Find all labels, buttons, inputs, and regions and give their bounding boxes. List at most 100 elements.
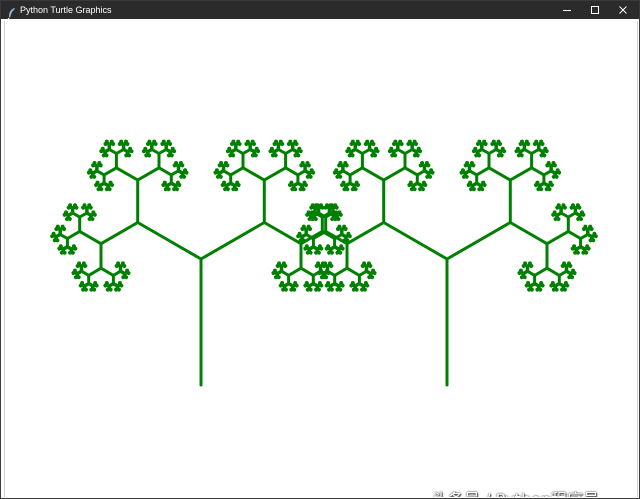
tree-branch xyxy=(481,182,487,187)
tree-branch xyxy=(124,141,130,146)
tree-branch xyxy=(89,174,95,179)
tree-branch xyxy=(527,263,534,268)
tree-branch xyxy=(474,152,480,158)
tree-branch xyxy=(314,286,320,292)
tree-branch xyxy=(293,282,299,288)
tree-branch xyxy=(366,263,373,268)
tree-branch xyxy=(172,186,178,192)
tree-branch xyxy=(254,148,261,154)
tree-branch xyxy=(588,226,594,231)
tree-branch xyxy=(309,169,316,175)
tree-branch xyxy=(89,286,95,292)
tree-branch xyxy=(99,221,140,246)
tree-branch xyxy=(136,221,203,261)
tree-branch xyxy=(535,286,541,292)
tree-branch xyxy=(343,162,349,168)
watermark: 头条号 / Python程序员 xyxy=(432,489,599,497)
tree-branch xyxy=(580,212,586,217)
tree-branch xyxy=(68,249,74,255)
tree-branch xyxy=(500,148,507,154)
tree-branch xyxy=(530,166,546,177)
tree-branch xyxy=(327,286,333,292)
tree-branch xyxy=(367,274,373,280)
tree-branch xyxy=(566,229,583,240)
tree-branch xyxy=(496,141,502,146)
tree-branch xyxy=(524,141,531,146)
tree-branch xyxy=(121,274,127,280)
tree-branch xyxy=(519,274,526,280)
tree-branch xyxy=(78,229,103,246)
tree-branch xyxy=(305,286,312,292)
tree-branch xyxy=(299,266,315,277)
tree-branch xyxy=(97,162,103,168)
tree-branch xyxy=(152,141,158,146)
tree-branch xyxy=(178,162,185,168)
tree-branch xyxy=(317,245,324,251)
tree-branch xyxy=(567,274,573,280)
tree-branch xyxy=(555,169,562,175)
tree-branch xyxy=(469,162,476,168)
tree-branch xyxy=(59,249,66,255)
tree-branch xyxy=(370,152,376,158)
close-button[interactable] xyxy=(609,1,637,19)
tree-branch xyxy=(551,162,557,168)
maximize-button[interactable] xyxy=(581,1,609,19)
tree-branch xyxy=(354,182,360,187)
tree-branch xyxy=(516,152,523,158)
turtle-canvas[interactable]: 头条号 / Python程序员 xyxy=(4,21,638,497)
tree-branch xyxy=(136,166,161,182)
tree-branch xyxy=(73,204,79,210)
fractal-tree-branches xyxy=(50,139,598,387)
tree-branch xyxy=(223,186,229,192)
tree-branch xyxy=(592,233,598,239)
tree-branch xyxy=(81,286,87,292)
tree-branch xyxy=(231,186,237,192)
tree-branch xyxy=(545,266,561,277)
tree-branch xyxy=(317,282,324,288)
tree-branch xyxy=(250,141,256,146)
tree-branch xyxy=(179,174,185,179)
tree-branch xyxy=(281,286,287,292)
tree-branch xyxy=(335,174,341,179)
tree-branch xyxy=(305,249,312,255)
tree-branch xyxy=(335,249,341,255)
close-icon xyxy=(619,6,627,14)
tree-branch xyxy=(545,229,570,246)
tree-branch xyxy=(87,266,103,277)
tree-branch xyxy=(429,169,435,175)
tree-branch xyxy=(382,166,407,182)
tree-branch xyxy=(215,174,222,179)
tree-branch xyxy=(581,249,587,255)
tree-branch xyxy=(293,141,299,146)
tree-branch xyxy=(425,174,431,179)
tree-branch xyxy=(314,249,320,255)
tree-branch xyxy=(573,249,579,255)
tree-branch xyxy=(236,141,242,146)
tree-branch xyxy=(561,204,567,210)
tree-branch xyxy=(571,270,577,275)
tree-branch xyxy=(102,166,118,177)
tree-branch xyxy=(416,148,423,154)
tree-branch xyxy=(551,286,558,292)
tree-branch xyxy=(105,286,112,292)
tree-branch xyxy=(250,152,257,158)
tree-branch xyxy=(508,221,549,246)
title-bar[interactable]: Python Turtle Graphics xyxy=(1,1,639,20)
tree-branch xyxy=(91,212,97,217)
tree-branch xyxy=(363,282,370,288)
tree-branch xyxy=(333,216,339,221)
tree-branch xyxy=(87,204,93,210)
tree-branch xyxy=(284,166,300,177)
minimize-button[interactable] xyxy=(553,1,581,19)
tree-branch xyxy=(536,186,542,192)
tree-branch xyxy=(351,286,358,292)
tree-branch xyxy=(398,141,404,146)
tree-branch xyxy=(307,216,313,221)
tree-branch xyxy=(199,221,266,261)
tree-branch xyxy=(306,226,312,231)
tree-branch xyxy=(370,141,376,146)
tree-branch xyxy=(93,282,99,288)
tree-branch xyxy=(347,152,354,158)
tree-branch xyxy=(482,141,488,146)
tree-branch xyxy=(52,237,58,243)
